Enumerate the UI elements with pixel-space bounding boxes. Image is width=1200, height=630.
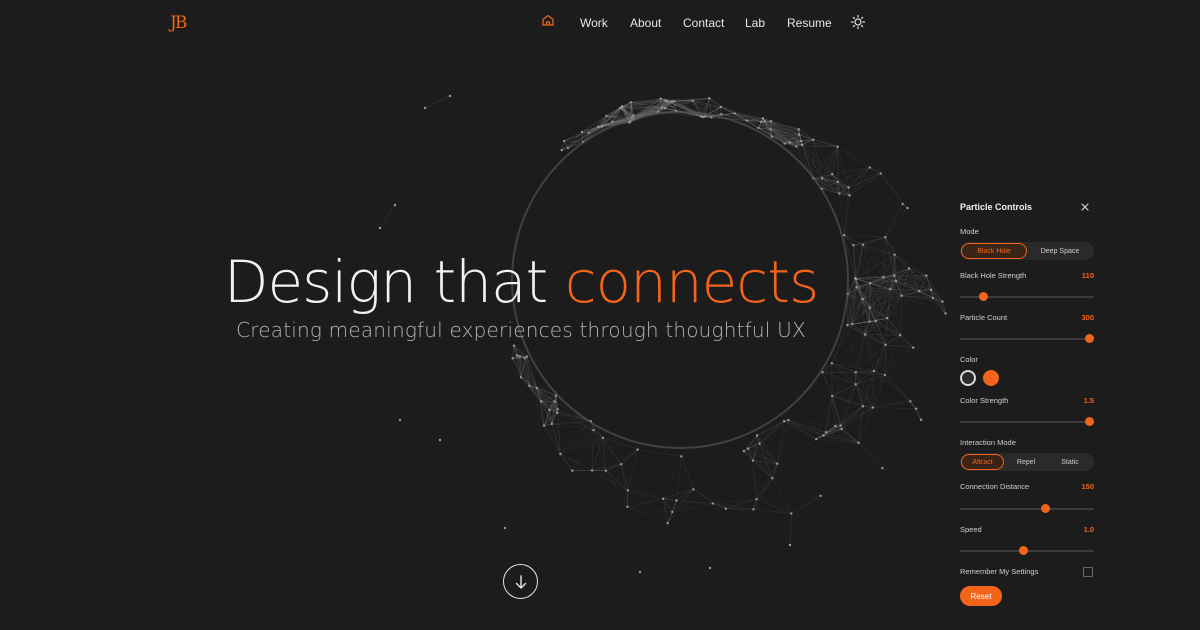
arrow-down-icon [515,574,526,589]
nav-lab[interactable]: Lab [745,16,765,30]
nav-resume[interactable]: Resume [787,16,832,30]
speed-label: Speed [960,525,982,534]
hero-title-main: Design that [223,248,548,316]
slider-thumb[interactable] [1018,546,1028,555]
color-strength-value: 1.5 [1083,396,1094,405]
mode-segmented: Black Hole Deep Space [960,242,1094,260]
remember-settings-checkbox[interactable] [1083,567,1093,577]
interaction-segmented: Attract Repel Static [960,453,1094,471]
bh-strength-label: Black Hole Strength [960,271,1027,280]
particle-count-slider[interactable] [960,334,1094,343]
hero-title-accent: connects [564,248,819,316]
interaction-repel[interactable]: Repel [1004,454,1048,470]
color-swatch-dark[interactable] [960,370,976,386]
interaction-attract[interactable]: Attract [961,454,1004,470]
color-strength-label: Color Strength [960,396,1009,405]
particle-count-value: 300 [1081,313,1094,322]
remember-settings-label: Remember My Settings [960,567,1039,576]
bh-strength-slider[interactable] [960,292,1094,301]
slider-thumb[interactable] [1085,334,1094,343]
mode-label: Mode [960,227,979,236]
color-strength-slider[interactable] [960,417,1094,426]
particle-controls-panel: Particle Controls Mode Black Hole Deep S… [948,190,1106,620]
reset-button[interactable]: Reset [960,586,1002,606]
particle-count-label: Particle Count [960,313,1008,322]
sun-icon[interactable] [850,14,866,30]
connection-distance-slider[interactable] [960,504,1094,513]
scroll-down-button[interactable] [503,564,538,599]
bh-strength-value: 110 [1081,271,1094,280]
interaction-mode-label: Interaction Mode [960,438,1016,447]
color-swatch-orange[interactable] [983,370,999,386]
close-icon[interactable] [1078,200,1092,214]
color-label: Color [960,355,978,364]
connection-distance-label: Connection Distance [960,482,1030,491]
nav-about[interactable]: About [630,16,661,30]
speed-slider[interactable] [960,546,1094,555]
connection-distance-value: 150 [1081,482,1094,491]
slider-thumb[interactable] [978,292,988,301]
nav-contact[interactable]: Contact [683,16,724,30]
hero-title: Design that connects [0,248,1042,316]
mode-deep-space[interactable]: Deep Space [1027,243,1093,259]
slider-thumb[interactable] [1085,417,1094,426]
slider-thumb[interactable] [1041,504,1051,513]
nav-work[interactable]: Work [580,16,608,30]
hero-subtitle: Creating meaningful experiences through … [236,318,806,342]
mode-black-hole[interactable]: Black Hole [961,243,1027,259]
speed-value: 1.0 [1083,525,1094,534]
home-icon[interactable] [541,13,555,27]
panel-title: Particle Controls [960,202,1033,212]
site-logo[interactable]: JB [170,13,187,33]
interaction-static[interactable]: Static [1048,454,1092,470]
